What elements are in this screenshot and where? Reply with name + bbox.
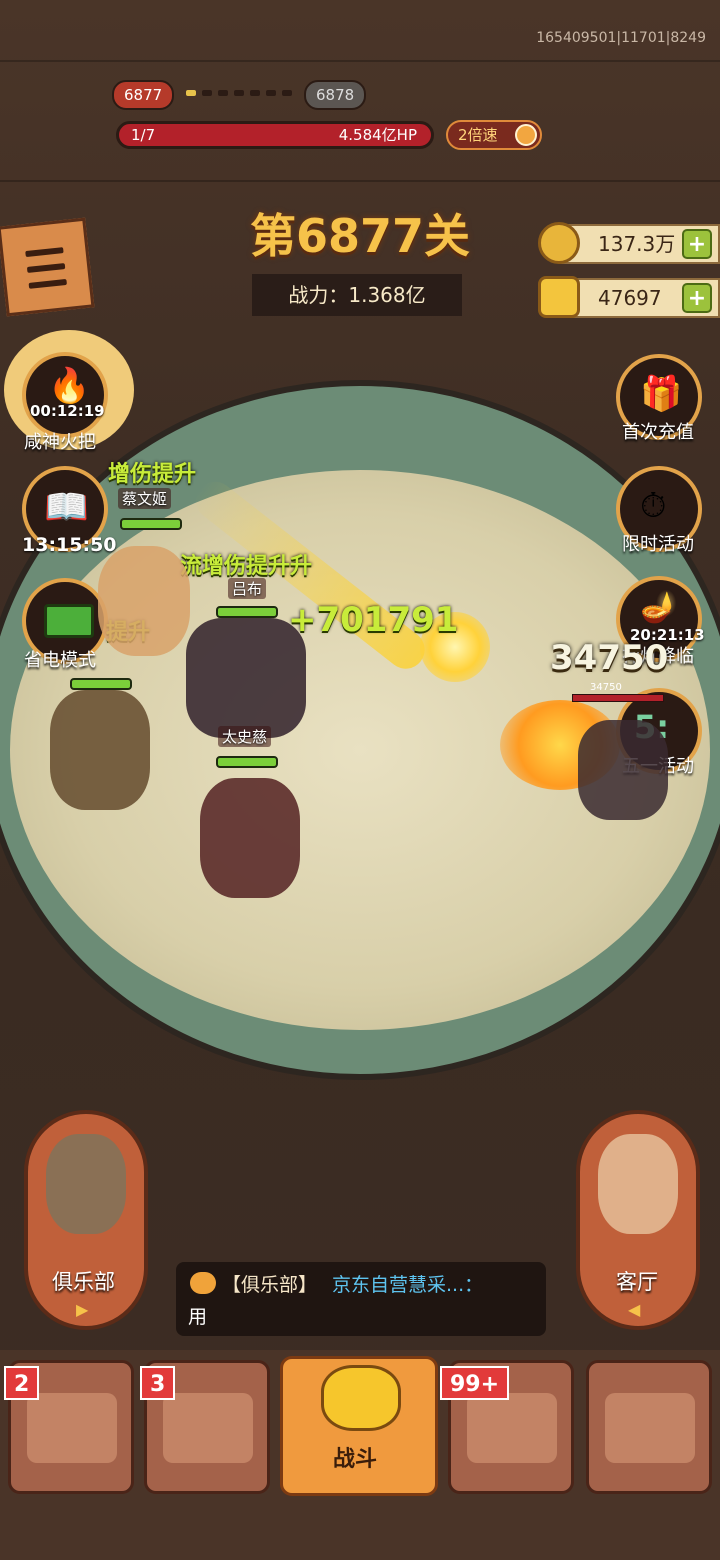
boss-hp-bar: 1/7 4.584亿HP bbox=[116, 121, 434, 149]
first-recharge-label: 首次充值 bbox=[622, 422, 694, 443]
main-menu-button[interactable] bbox=[0, 217, 95, 317]
gift-icon: 🎁 bbox=[640, 374, 683, 414]
club-button[interactable]: 俱乐部 ▶ bbox=[24, 1110, 148, 1330]
boss-hp-value: 4.584亿HP bbox=[338, 126, 417, 144]
menu-icon bbox=[25, 247, 64, 258]
hero-name-tag: 太史慈 bbox=[218, 726, 272, 747]
combat-power: 战力：1.368亿 bbox=[252, 274, 462, 316]
hero-hp-bar bbox=[216, 606, 278, 618]
speed-toggle-button[interactable]: 2倍速 bbox=[446, 120, 542, 150]
book-icon: 📖 bbox=[44, 487, 89, 528]
add-coins-button[interactable]: + bbox=[682, 229, 712, 259]
speedometer-icon bbox=[515, 124, 537, 146]
torch-icon: 🔥 bbox=[48, 366, 91, 406]
chat-sender: 京东自营慧采...： bbox=[332, 1274, 484, 1296]
hero-sprite-taishici[interactable] bbox=[200, 778, 300, 898]
hero-hp-bar bbox=[120, 518, 182, 530]
tab-battle-label: 战斗 bbox=[333, 1447, 378, 1472]
chef-icon bbox=[598, 1134, 678, 1234]
wave-counter: 1/7 bbox=[131, 126, 156, 144]
arrow-right-icon: ▶ bbox=[76, 1300, 89, 1319]
coin-value: 137.3万 bbox=[598, 232, 676, 256]
enemy-hp-bar bbox=[572, 694, 664, 702]
torch-label: 咸神火把 bbox=[24, 432, 96, 453]
tab-battle[interactable]: 战斗 bbox=[280, 1356, 438, 1496]
speed-label: 2倍速 bbox=[458, 126, 498, 144]
gold-counter: 47697 + bbox=[538, 276, 720, 318]
book-timer: 13:15:50 bbox=[22, 534, 117, 556]
owl-icon bbox=[46, 1134, 126, 1234]
enemy-hp-text: 34750 bbox=[590, 682, 622, 693]
torch-button[interactable]: 🔥 bbox=[22, 352, 108, 438]
tab-map[interactable] bbox=[586, 1360, 712, 1494]
torch-timer: 00:12:19 bbox=[30, 402, 105, 420]
tab-equipment-badge: 3 bbox=[140, 1366, 176, 1400]
lamp-icon: 🪔 bbox=[640, 590, 678, 625]
chest-icon bbox=[467, 1393, 557, 1463]
hero-sprite-lubu[interactable] bbox=[186, 618, 306, 738]
clock-icon: ⏱ bbox=[640, 486, 667, 526]
current-level-pill: 6877 bbox=[112, 80, 175, 110]
tab-treasure-badge: 99+ bbox=[440, 1366, 510, 1400]
hero-name-tag: 蔡文姬 bbox=[118, 488, 172, 509]
divider bbox=[0, 60, 720, 62]
limited-event-label: 限时活动 bbox=[622, 534, 694, 555]
chat-bubble-icon bbox=[190, 1272, 216, 1294]
scroll-icon bbox=[605, 1393, 695, 1463]
battle-icon bbox=[321, 1365, 401, 1431]
enemy-damage-number: 34750 bbox=[550, 638, 669, 678]
divider bbox=[0, 180, 720, 182]
buff-text: 流增伤提升升 bbox=[180, 554, 313, 579]
lobby-button[interactable]: 客厅 ◀ bbox=[576, 1110, 700, 1330]
tab-heroes-badge: 2 bbox=[4, 1366, 40, 1400]
coin-counter: 137.3万 + bbox=[538, 222, 720, 264]
hero-sprite-caiwenji[interactable] bbox=[98, 546, 190, 656]
buff-text: 增伤提升 bbox=[108, 462, 197, 487]
lobby-label: 客厅 bbox=[616, 1270, 658, 1294]
hero-name-tag: 吕布 bbox=[228, 578, 267, 599]
chat-preview[interactable]: 【俱乐部】 京东自营慧采...： 用 bbox=[176, 1262, 546, 1336]
menu-icon-line bbox=[26, 263, 66, 273]
hero-hp-bar bbox=[216, 756, 278, 768]
armor-icon bbox=[163, 1393, 253, 1463]
damage-number: +701791 bbox=[288, 600, 459, 640]
hero-sprite-owl-warrior[interactable] bbox=[50, 690, 150, 810]
chat-channel: 【俱乐部】 bbox=[222, 1274, 318, 1296]
gold-value: 47697 bbox=[598, 286, 662, 310]
hero-hp-bar bbox=[70, 678, 132, 690]
power-save-label: 省电模式 bbox=[24, 650, 96, 671]
coin-icon bbox=[538, 222, 580, 264]
hero-helmet-icon bbox=[27, 1393, 117, 1463]
menu-icon-line bbox=[28, 278, 67, 289]
enemy-sprite[interactable] bbox=[578, 720, 668, 820]
chat-message: 用 bbox=[188, 1306, 208, 1328]
arrow-left-icon: ◀ bbox=[628, 1300, 641, 1319]
club-label: 俱乐部 bbox=[52, 1270, 115, 1294]
next-level-pill: 6878 bbox=[304, 80, 367, 110]
battery-icon bbox=[44, 604, 94, 638]
build-id: 165409501|11701|8249 bbox=[536, 30, 706, 46]
wave-progress-dots bbox=[186, 90, 301, 96]
gold-ingot-icon bbox=[538, 276, 580, 318]
add-gold-button[interactable]: + bbox=[682, 283, 712, 313]
